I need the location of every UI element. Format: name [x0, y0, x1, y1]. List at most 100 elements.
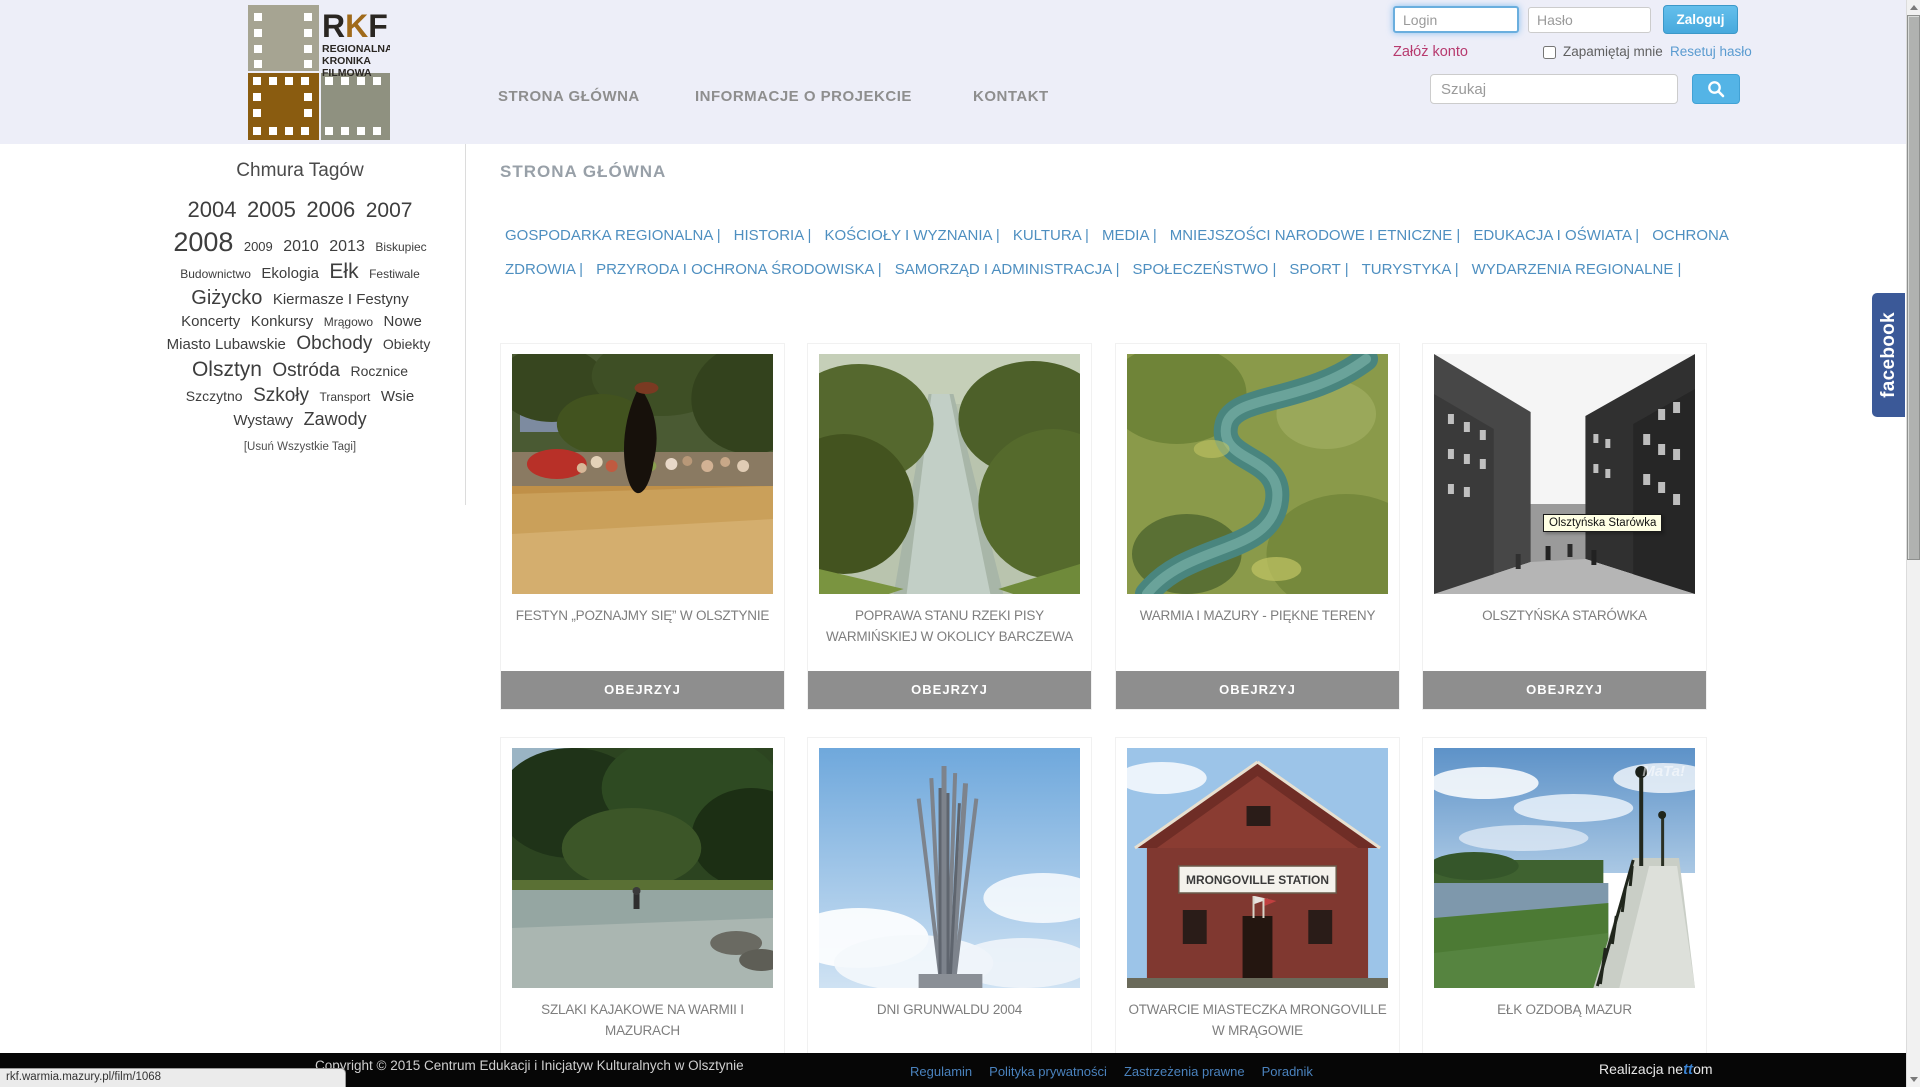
tag-link[interactable]: Szczytno	[186, 388, 243, 404]
tag-link[interactable]: Obiekty	[383, 336, 430, 352]
footer-links: Regulamin Polityka prywatności Zastrzeżeni…	[910, 1064, 1330, 1079]
video-thumbnail-rzeka-pisa[interactable]	[819, 354, 1080, 594]
tag-link[interactable]: Transport	[319, 390, 370, 404]
tag-link[interactable]: Konkursy	[251, 313, 314, 330]
video-title[interactable]: WARMIA I MAZURY - PIĘKNE TERENY	[1124, 606, 1391, 627]
remember-me-checkbox[interactable]	[1543, 46, 1556, 59]
page: RKF REGIONALNA KRONIKA FILMOWA STRONA GŁ…	[0, 0, 1920, 1087]
category-link[interactable]: KOŚCIOŁY I WYZNANIA	[824, 227, 991, 244]
login-button[interactable]: Zaloguj	[1663, 5, 1738, 34]
clear-all-tags-link[interactable]: [Usuń Wszystkie Tagi]	[244, 441, 356, 453]
video-title[interactable]: POPRAWA STANU RZEKI PISY WARMIŃSKIEJ W O…	[816, 606, 1083, 648]
category-link[interactable]: PRZYRODA I OCHRONA ŚRODOWISKA	[596, 261, 874, 278]
facebook-badge[interactable]: facebook	[1872, 293, 1905, 417]
tag-link[interactable]: 2013	[329, 238, 365, 255]
tag-link[interactable]: Ełk	[329, 260, 358, 283]
promenade-image: MaTa!	[1434, 748, 1695, 988]
video-thumbnail-warmia-mazury[interactable]	[1127, 354, 1388, 594]
tag-link[interactable]: Wystawy	[233, 412, 293, 429]
login-input[interactable]	[1393, 6, 1519, 33]
video-thumbnail-mrongoville[interactable]: MRONGOVILLE STATION	[1127, 748, 1388, 988]
category-link[interactable]: GOSPODARKA REGIONALNA	[505, 227, 713, 244]
footer-link[interactable]: Zastrzeżenia prawne	[1124, 1064, 1245, 1079]
tag-link[interactable]: Kiermasze I Festyny	[273, 291, 409, 308]
logo-line3: FILMOWA	[322, 67, 372, 79]
category-link[interactable]: SAMORZĄD I ADMINISTRACJA	[895, 261, 1112, 278]
thumbnail-tooltip: Olsztyńska Starówka	[1543, 514, 1662, 532]
video-title[interactable]: OLSZTYŃSKA STARÓWKA	[1431, 606, 1698, 627]
password-input[interactable]	[1528, 7, 1651, 33]
tv-watermark: MaTa!	[1642, 763, 1685, 780]
video-title[interactable]: OTWARCIE MIASTECZKA MRONGOVILLE W MRĄGOW…	[1124, 1000, 1391, 1042]
category-link[interactable]: EDUKACJA I OŚWIATA	[1473, 227, 1631, 244]
video-title[interactable]: DNI GRUNWALDU 2004	[816, 1000, 1083, 1021]
tag-cloud-panel: Chmura Tagów 2004 2005 2006 2007 2008 20…	[140, 160, 460, 455]
tag-link[interactable]: 2006	[306, 197, 355, 222]
video-thumbnail-grunwald[interactable]	[819, 748, 1080, 988]
category-link[interactable]: SPORT	[1289, 261, 1340, 278]
tag-link[interactable]: Obchody	[296, 333, 372, 354]
scrollbar-up-arrow[interactable]	[1907, 0, 1920, 15]
tag-link[interactable]: Szkoły	[253, 385, 309, 406]
category-separator: |	[713, 227, 721, 244]
footer-link[interactable]: Regulamin	[910, 1064, 972, 1079]
scrollbar[interactable]	[1906, 0, 1920, 1087]
station-image: MRONGOVILLE STATION	[1127, 748, 1388, 988]
tag-link[interactable]: Biskupiec	[375, 240, 426, 254]
watch-button[interactable]: OBEJRZYJ	[1423, 671, 1706, 709]
category-link[interactable]: WYDARZENIA REGIONALNE	[1472, 261, 1674, 278]
tag-link[interactable]: 2007	[366, 199, 413, 222]
tag-link[interactable]: Wsie	[381, 388, 414, 405]
tag-link[interactable]: Olsztyn	[192, 358, 262, 381]
tag-link[interactable]: Mrągowo	[324, 315, 373, 329]
rkf-logo[interactable]: RKF REGIONALNA KRONIKA FILMOWA	[248, 5, 390, 140]
tag-link[interactable]: Zawody	[304, 409, 367, 429]
register-link[interactable]: Załóż konto	[1393, 44, 1468, 60]
video-title[interactable]: SZLAKI KAJAKOWE NA WARMII I MAZURACH	[509, 1000, 776, 1042]
tag-link[interactable]: Koncerty	[181, 313, 240, 330]
watch-button[interactable]: OBEJRZYJ	[1116, 671, 1399, 709]
video-thumbnail-festyn[interactable]	[512, 354, 773, 594]
tag-link[interactable]: Festiwale	[369, 267, 420, 281]
search-input[interactable]	[1430, 74, 1678, 104]
reset-password-link[interactable]: Resetuj hasło	[1670, 44, 1752, 59]
video-thumbnail-kajaki[interactable]	[512, 748, 773, 988]
video-title[interactable]: FESTYN „POZNAJMY SIĘ” W OLSZTYNIE	[509, 606, 776, 627]
category-links: GOSPODARKA REGIONALNA | HISTORIA | KOŚCIOŁ…	[505, 219, 1745, 287]
video-thumbnail-elk[interactable]: MaTa!	[1434, 748, 1695, 988]
scrollbar-thumb[interactable]	[1907, 15, 1920, 560]
tag-link[interactable]: Ekologia	[261, 265, 319, 282]
category-link[interactable]: TURYSTYKA	[1362, 261, 1451, 278]
category-link[interactable]: MEDIA	[1102, 227, 1149, 244]
category-link[interactable]: HISTORIA	[734, 227, 804, 244]
tag-link[interactable]: 2010	[283, 238, 319, 255]
footer-link[interactable]: Poradnik	[1262, 1064, 1313, 1079]
nav-kontakt[interactable]: KONTAKT	[973, 88, 1049, 105]
category-link[interactable]: KULTURA	[1013, 227, 1081, 244]
tag-link[interactable]: 2009	[244, 239, 273, 254]
realization-credit: Realizacja nettom	[1599, 1061, 1713, 1078]
festyn-image	[512, 354, 773, 594]
nav-informacje-o-projekcie[interactable]: INFORMACJE O PROJEKCIE	[695, 88, 912, 105]
video-card: WARMIA I MAZURY - PIĘKNE TERENY OBEJRZYJ	[1115, 343, 1400, 710]
tag-link[interactable]: 2004	[188, 197, 237, 222]
tag-link[interactable]: Rocznice	[350, 363, 408, 379]
video-title[interactable]: EŁK OZDOBĄ MAZUR	[1431, 1000, 1698, 1021]
tag-link[interactable]: Budownictwo	[180, 267, 251, 281]
tag-link[interactable]: 2008	[173, 227, 233, 257]
tag-link[interactable]: 2005	[247, 197, 296, 222]
watch-button[interactable]: OBEJRZYJ	[808, 671, 1091, 709]
tag-link[interactable]: Ostróda	[272, 360, 340, 381]
nav-strona-glowna[interactable]: STRONA GŁÓWNA	[498, 88, 640, 105]
category-separator: |	[1451, 261, 1459, 278]
category-link[interactable]: MNIEJSZOŚCI NARODOWE I ETNICZNE	[1170, 227, 1453, 244]
category-link[interactable]: SPOŁECZEŃSTWO	[1132, 261, 1268, 278]
scrollbar-down-arrow[interactable]	[1907, 1072, 1920, 1087]
nettom-logo[interactable]: tt	[1683, 1061, 1693, 1078]
tag-link[interactable]: Giżycko	[191, 287, 262, 309]
search-button[interactable]	[1692, 74, 1740, 104]
remember-me-label: Zapamiętaj mnie	[1563, 44, 1663, 59]
footer-link[interactable]: Polityka prywatności	[989, 1064, 1107, 1079]
watch-button[interactable]: OBEJRZYJ	[501, 671, 784, 709]
video-thumbnail-starowka[interactable]	[1434, 354, 1695, 594]
